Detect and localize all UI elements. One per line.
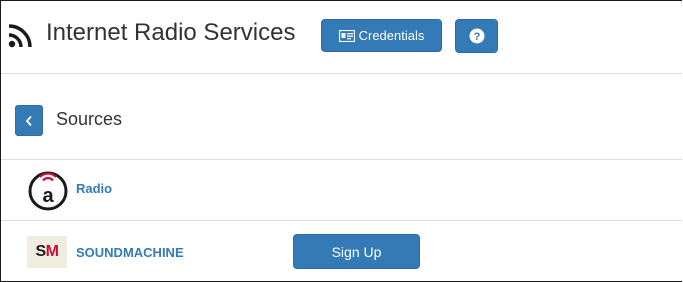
- page-header: Internet Radio Services Credentials ?: [1, 1, 682, 74]
- list-item: a Radio: [1, 160, 682, 221]
- rss-feed-icon: [8, 24, 32, 48]
- svg-text:?: ?: [473, 31, 480, 43]
- soundmachine-logo: SM: [27, 236, 67, 268]
- credentials-label: Credentials: [358, 28, 425, 43]
- sign-up-button[interactable]: Sign Up: [293, 234, 420, 269]
- sources-header: Sources: [1, 74, 682, 160]
- sm-logo-s: S: [35, 243, 47, 260]
- soundmachine-service-link[interactable]: SOUNDMACHINE: [76, 245, 184, 260]
- list-item: SM SOUNDMACHINE Sign Up: [1, 221, 682, 281]
- radio-service-link[interactable]: Radio: [76, 181, 112, 196]
- chevron-left-icon: [25, 115, 32, 126]
- app-window: Internet Radio Services Credentials ? So…: [0, 0, 682, 282]
- id-card-icon: [338, 29, 355, 42]
- back-button[interactable]: [15, 105, 43, 136]
- question-circle-icon: ?: [469, 28, 484, 44]
- radio-logo-icon: a: [28, 171, 68, 211]
- credentials-button[interactable]: Credentials: [321, 19, 442, 52]
- sources-title: Sources: [56, 109, 123, 129]
- sm-logo-m: M: [45, 243, 59, 260]
- help-button[interactable]: ?: [455, 19, 498, 53]
- page-title: Internet Radio Services: [46, 19, 296, 46]
- svg-text:a: a: [42, 185, 54, 207]
